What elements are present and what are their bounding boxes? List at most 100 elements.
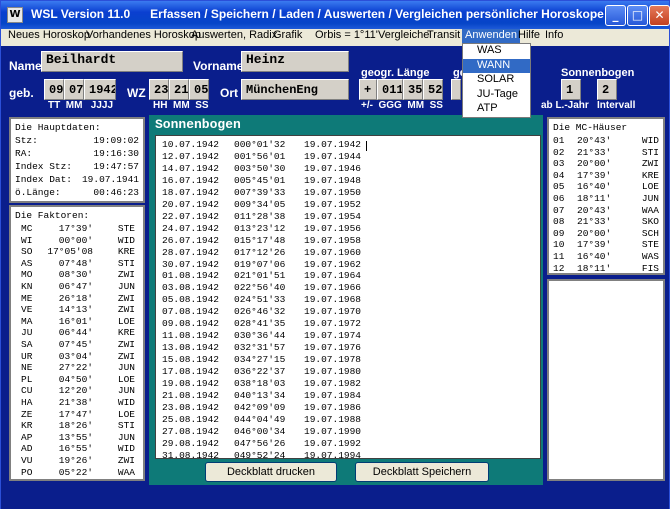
sb-arc: 034°27'15 (234, 354, 286, 366)
faktor-sign: JUN (117, 431, 135, 443)
deckblatt-drucken-button[interactable]: Deckblatt drucken (205, 462, 337, 482)
birth-minute-field[interactable]: 21 (169, 79, 189, 100)
sb-arc: 040°13'34 (234, 389, 286, 401)
deckblatt-speichern-button[interactable]: Deckblatt Speichern (355, 462, 489, 482)
mc-house-number: 10 (553, 239, 565, 251)
faktor-sign: JUN (117, 362, 135, 374)
sb-date: 14.07.1942 (162, 162, 220, 174)
faktor-row: MO 08°30' ZWI (15, 269, 139, 280)
sb-arc: 042°09'09 (234, 401, 286, 413)
faktor-row: PL 04°50' LOE (15, 374, 139, 385)
faktor-row: AS 07°48' STI (15, 258, 139, 269)
faktoren-title: Die Faktoren: (15, 210, 90, 221)
breite-sign-field[interactable] (451, 79, 461, 100)
faktor-position: 27°22' (58, 362, 93, 374)
sb-arc: 026°46'32 (234, 306, 286, 318)
window-title: WSL Version 11.0 Erfassen / Speichern / … (31, 7, 604, 21)
mc-house-row: 02 21°33' STI (553, 147, 659, 158)
sb-arc: 021°01'51 (234, 270, 286, 282)
hauptdaten-value: 00:46:23 (93, 187, 139, 198)
sb-arc: 015°17'48 (234, 234, 286, 246)
faktor-planet: VE (21, 304, 33, 316)
mc-house-row: 07 20°43' WAA (553, 205, 659, 216)
vorname-label: Vorname (193, 59, 244, 73)
date-sublabel: TT MM JJJJ (48, 100, 114, 111)
hauptdaten-title: Die Hauptdaten: (15, 122, 101, 133)
mc-house-row: 04 17°39' KRE (553, 170, 659, 181)
mc-house-sign: STI (641, 146, 659, 158)
menu-item-wann[interactable]: WANN (463, 58, 530, 74)
mc-house-row: 10 17°39' STE (553, 239, 659, 250)
hauptdaten-key: Index Dat: (15, 174, 73, 185)
sb-interval-sublabel: Intervall (597, 100, 636, 111)
faktor-sign: ZWI (117, 339, 135, 350)
title-bar[interactable]: W WSL Version 11.0 Erfassen / Speichern … (1, 1, 670, 29)
menu-auswerten-radix[interactable]: Auswerten, Radix (188, 29, 280, 46)
sb-interval-field[interactable]: 2 (597, 79, 617, 100)
faktor-position: 17°47' (58, 408, 93, 420)
faktor-position: 06°47' (58, 281, 93, 292)
laenge-seconds-field[interactable]: 52 (423, 79, 443, 100)
mc-house-sign: JUN (641, 193, 659, 204)
mc-house-position: 21°33' (577, 216, 612, 228)
laenge-minutes-field[interactable]: 35 (403, 79, 423, 100)
faktor-planet: MA (21, 315, 33, 327)
mc-house-sign: WAS (641, 251, 659, 262)
mc-house-number: 04 (553, 169, 565, 181)
faktor-planet: KR (21, 420, 33, 432)
sb-date: 09.08.1942 (162, 318, 220, 330)
menu-item-ju-tage[interactable]: JU-Tage (463, 88, 530, 103)
mc-house-position: 20°00' (577, 227, 612, 239)
sb-arc: 028°41'35 (234, 318, 286, 330)
faktor-planet: SA (21, 339, 33, 350)
mc-house-number: 03 (553, 158, 565, 170)
menu-info[interactable]: Info (542, 29, 566, 46)
birth-hour-field[interactable]: 23 (149, 79, 169, 100)
close-icon[interactable]: ✕ (649, 5, 670, 26)
sonnenbogen-list[interactable]: 10.07.1942 000°01'32 19.07.1942 12.07.1942 0… (155, 135, 541, 461)
menu-grafik[interactable]: Grafik (270, 29, 305, 46)
menu-item-atp[interactable]: ATP (463, 102, 530, 117)
birth-day-field[interactable]: 09 (44, 79, 64, 100)
ort-label: Ort (220, 86, 238, 100)
sb-target-date: 19.07.1958 (304, 234, 362, 246)
sb-date: 29.08.1942 (162, 437, 220, 449)
app-icon[interactable]: W (7, 7, 23, 23)
sb-start-field[interactable]: 1 (561, 79, 581, 100)
hauptdaten-key: ö.Länge: (15, 187, 61, 198)
faktor-row: AP 13°55' JUN (15, 432, 139, 443)
sb-arc: 009°34'05 (234, 198, 286, 210)
birth-year-field[interactable]: 1942 (84, 79, 116, 100)
mc-house-sign: LOE (641, 181, 659, 193)
ort-field[interactable]: MünchenEng (241, 79, 349, 100)
menu-item-was[interactable]: WAS (463, 44, 530, 59)
faktor-position: 07°45' (58, 339, 93, 350)
sb-arc: 024°51'33 (234, 294, 286, 306)
faktor-row: HA 21°38' WID (15, 397, 139, 408)
menu-item-solar[interactable]: SOLAR (463, 73, 530, 88)
vorname-field[interactable]: Heinz (241, 51, 349, 72)
mc-house-position: 21°33' (577, 146, 612, 158)
laenge-sign-field[interactable]: + (359, 79, 377, 100)
mc-house-position: 18°11' (577, 262, 612, 274)
laenge-degrees-field[interactable]: 011 (377, 79, 403, 100)
mc-haeuser-panel: Die MC-Häuser 01 20°43' WID 02 21°33' STI 03 20… (547, 117, 665, 275)
faktor-planet: PL (21, 373, 33, 385)
sb-arc: 013°23'12 (234, 222, 286, 234)
maximize-icon[interactable]: □ (627, 5, 648, 26)
menu-neues-horoskop[interactable]: Neues Horoskop (5, 29, 93, 46)
minimize-icon[interactable]: _ (605, 5, 626, 26)
mc-house-number: 11 (553, 251, 565, 262)
menu-orbis[interactable]: Orbis = 1°11' (312, 29, 381, 46)
menu-transit[interactable]: Transit (424, 29, 463, 46)
faktor-sign: LOE (117, 315, 135, 327)
faktor-row: WI 00°00' WID (15, 235, 139, 246)
hauptdaten-value: 19.07.1941 (81, 174, 139, 185)
faktor-sign: KRE (117, 327, 135, 339)
name-field[interactable]: Beilhardt (41, 51, 183, 72)
birth-second-field[interactable]: 05 (189, 79, 209, 100)
birth-month-field[interactable]: 07 (64, 79, 84, 100)
mc-house-position: 20°43' (577, 135, 612, 146)
menu-vorhandenes-horoskop[interactable]: Vorhandenes Horoskop (83, 29, 204, 46)
faktor-row: KN 06°47' JUN (15, 281, 139, 292)
